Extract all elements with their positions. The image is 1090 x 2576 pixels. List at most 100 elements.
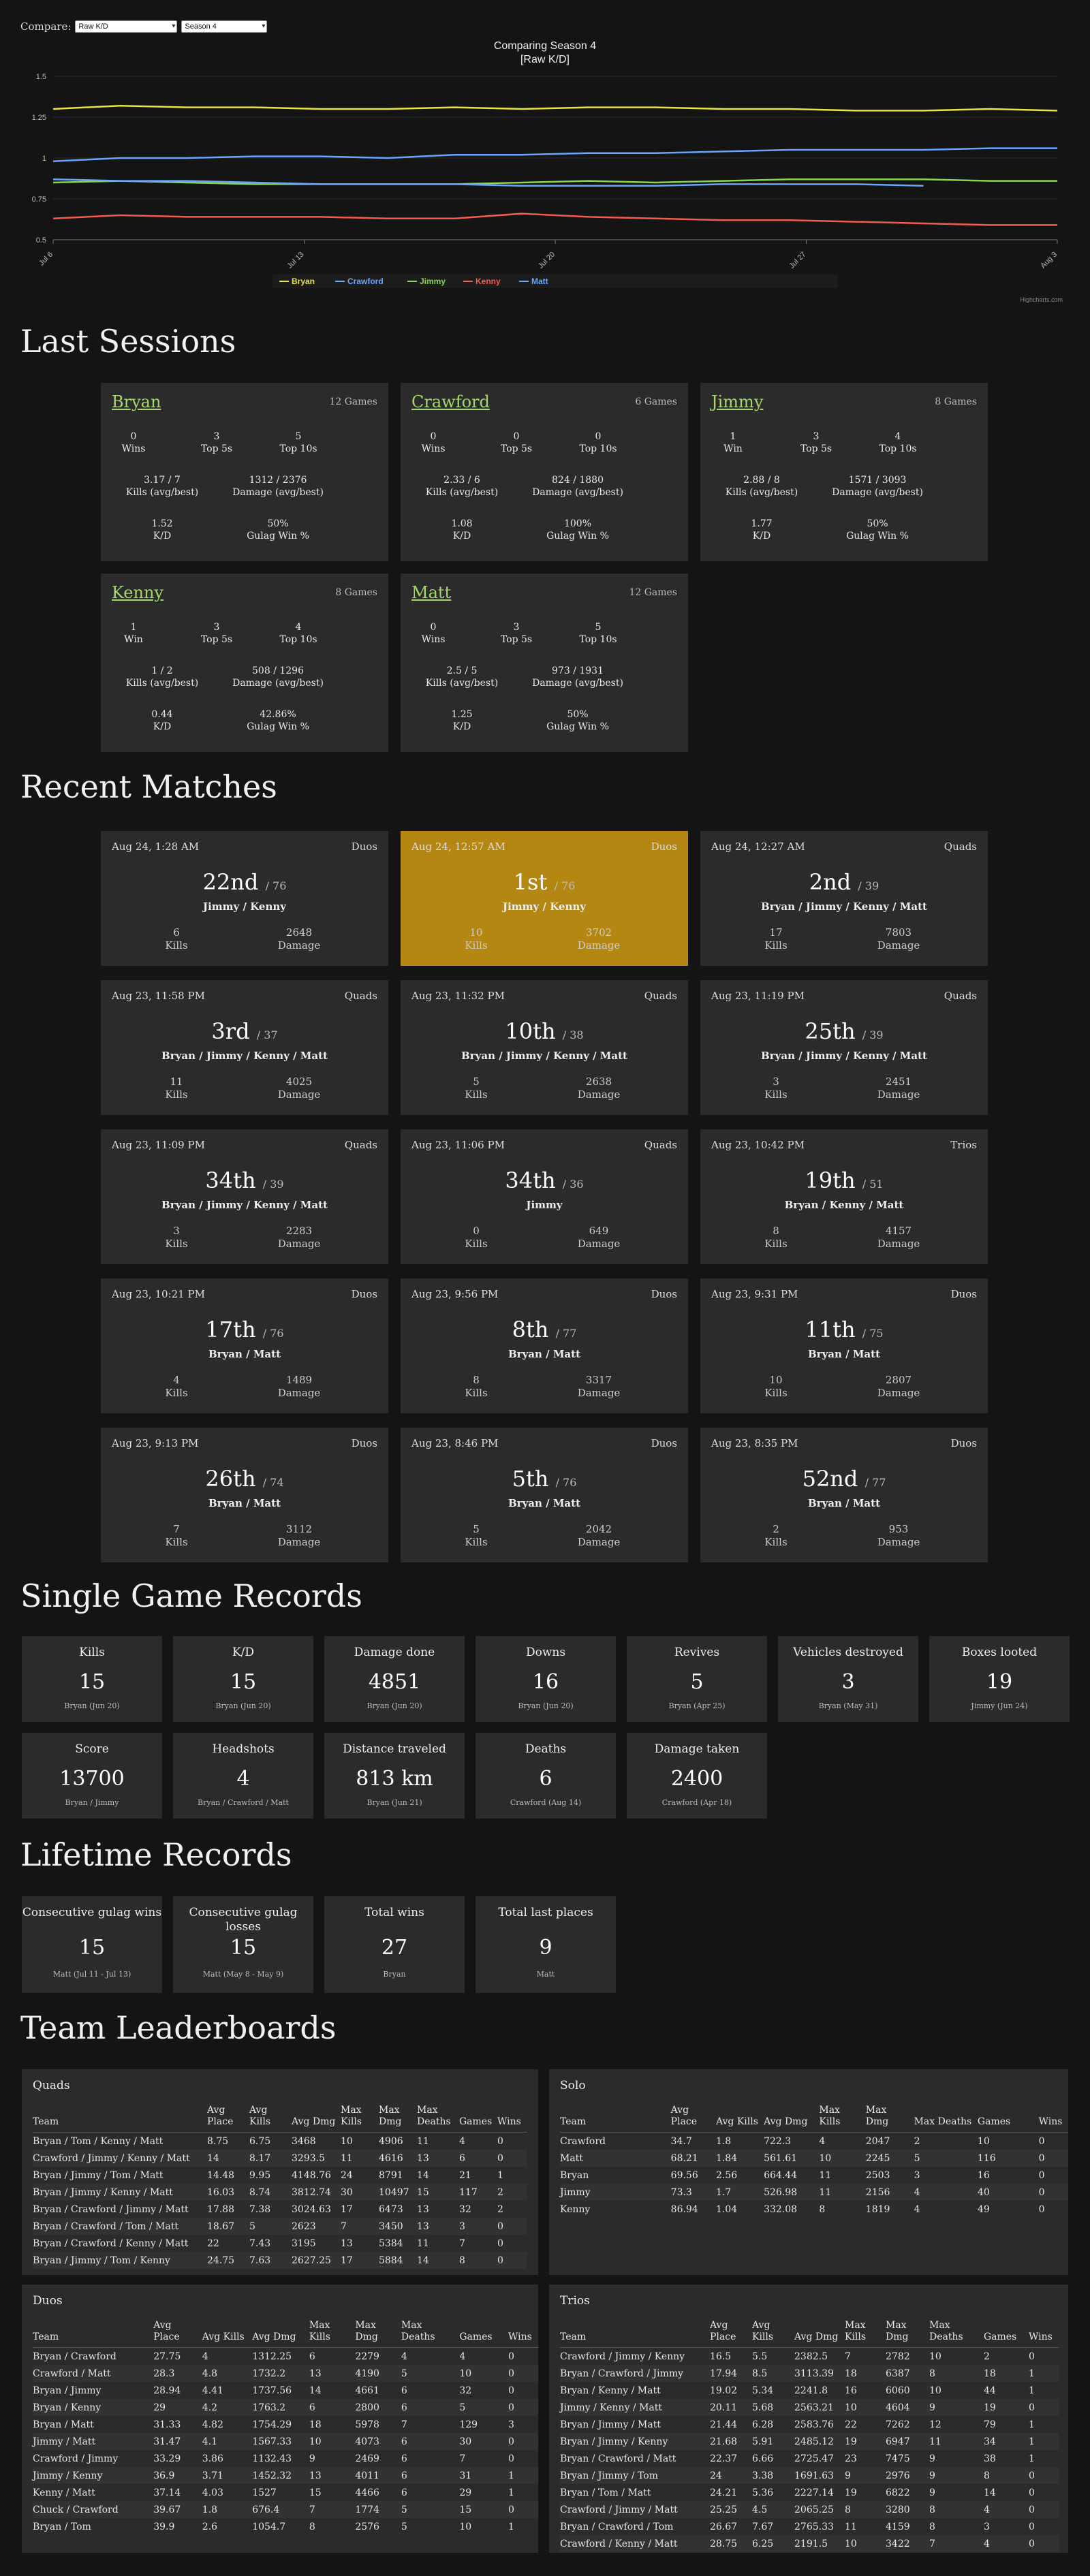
table-row: Bryan 69.56 2.56 664.44 11 2503 3 16 0 xyxy=(560,2167,1068,2184)
column-header[interactable]: Avg Dmg xyxy=(764,2103,820,2133)
table-cell: 14 xyxy=(417,2169,429,2181)
legend-item-matt[interactable]: Matt xyxy=(531,277,548,286)
column-header[interactable]: Avg Place xyxy=(710,2319,752,2348)
match-mode: Duos xyxy=(950,1288,977,1300)
table-cell: Bryan / Jimmy / Tom / Kenny xyxy=(33,2252,207,2269)
match-card[interactable]: Aug 23, 11:06 PM Quads 34th / 36 Jimmy 0 Kill… xyxy=(401,1129,688,1264)
match-damage-value: 2638 xyxy=(585,1075,612,1088)
column-header[interactable]: Max Deaths xyxy=(914,2103,978,2133)
match-card[interactable]: Aug 24, 12:57 AM Duos 1st / 76 Jimmy / Kenn… xyxy=(401,831,688,966)
table-cell: 19.02 xyxy=(710,2385,738,2396)
series-line-kenny[interactable] xyxy=(52,213,1057,226)
record-holder: Bryan / Jimmy xyxy=(65,1798,119,1807)
column-header[interactable]: Games xyxy=(977,2103,1039,2133)
match-total: / 38 xyxy=(562,1028,584,1041)
column-header[interactable]: Wins xyxy=(1038,2103,1068,2133)
column-header[interactable]: Max Deaths xyxy=(417,2103,459,2133)
column-header[interactable]: Avg Dmg xyxy=(794,2319,845,2348)
session-stat-label: Gulag Win % xyxy=(247,531,309,541)
metric-select[interactable]: Raw K/D xyxy=(75,20,178,33)
leaderboard-table: Team Avg Place Avg Kills Avg Dmg Max Kills Ma… xyxy=(33,2319,538,2535)
table-cell: 1527 xyxy=(252,2487,277,2498)
series-line-crawford[interactable] xyxy=(52,147,1057,163)
column-header[interactable]: Max Dmg xyxy=(355,2319,401,2348)
table-cell: Bryan / Jimmy xyxy=(33,2385,102,2396)
column-header[interactable]: Games xyxy=(459,2103,497,2133)
column-header[interactable]: Wins xyxy=(1029,2319,1059,2348)
table-cell: 6947 xyxy=(886,2433,929,2450)
column-header[interactable]: Wins xyxy=(508,2319,538,2348)
match-card[interactable]: Aug 23, 10:42 PM Trios 19th / 51 Bryan / Ke… xyxy=(700,1129,988,1264)
column-header[interactable]: Wins xyxy=(497,2103,527,2133)
table-cell: Bryan / Crawford / Jimmy / Matt xyxy=(33,2203,189,2215)
table-cell: 17.94 xyxy=(710,2365,752,2382)
match-card[interactable]: Aug 23, 11:19 PM Quads 25th / 39 Bryan / Ji… xyxy=(700,980,988,1115)
legend-item-jimmy[interactable]: Jimmy xyxy=(420,277,446,286)
table-cell: 29 xyxy=(459,2487,472,2498)
column-header[interactable]: Max Deaths xyxy=(929,2319,984,2348)
match-card[interactable]: Aug 23, 8:35 PM Duos 52nd / 77 Bryan / Matt… xyxy=(700,1428,988,1562)
column-header[interactable]: Max Dmg xyxy=(865,2103,914,2133)
season-select[interactable]: Season 4 xyxy=(181,20,268,33)
column-header[interactable]: Avg Kills xyxy=(202,2319,253,2348)
match-damage-value: 649 xyxy=(589,1225,609,1237)
match-card[interactable]: Aug 24, 1:28 AM Duos 22nd / 76 Jimmy / Kenn… xyxy=(101,831,388,966)
match-team: Bryan / Matt xyxy=(508,1497,581,1509)
session-stat-gulag: 50% Gulag Win % xyxy=(530,708,625,733)
table-cell: 1312.25 xyxy=(252,2351,292,2362)
column-header[interactable]: Avg Place xyxy=(670,2103,716,2133)
match-card[interactable]: Aug 23, 9:56 PM Duos 8th / 77 Bryan / Matt 8… xyxy=(401,1278,688,1413)
column-header[interactable]: Avg Dmg xyxy=(292,2103,341,2133)
table-cell: 664.44 xyxy=(764,2169,798,2181)
session-stat-value: 5 xyxy=(595,622,602,633)
match-card[interactable]: Aug 23, 11:32 PM Quads 10th / 38 Bryan / Ji… xyxy=(401,980,688,1115)
column-header[interactable]: Max Deaths xyxy=(401,2319,460,2348)
match-place-space xyxy=(858,1466,865,1492)
table-cell: 3 xyxy=(984,2521,990,2532)
column-header[interactable]: Avg Kills xyxy=(715,2103,764,2133)
legend-item-crawford[interactable]: Crawford xyxy=(347,277,384,286)
column-header[interactable]: Max Kills xyxy=(341,2103,379,2133)
match-total: / 36 xyxy=(562,1178,584,1191)
column-header[interactable]: Max Kills xyxy=(309,2319,356,2348)
table-cell: 29 xyxy=(153,2399,202,2416)
chart-credits[interactable]: Highcharts.com xyxy=(1020,296,1063,303)
column-header[interactable]: Games xyxy=(459,2319,509,2348)
column-header[interactable]: Team xyxy=(33,2319,154,2348)
session-stat-value: 2.5 / 5 xyxy=(446,665,478,676)
column-header[interactable]: Team xyxy=(33,2103,207,2133)
column-header[interactable]: Avg Kills xyxy=(752,2319,794,2348)
column-header[interactable]: Avg Dmg xyxy=(252,2319,309,2348)
match-card[interactable]: Aug 23, 9:31 PM Duos 11th / 75 Bryan / Matt… xyxy=(700,1278,988,1413)
column-header[interactable]: Max Dmg xyxy=(886,2319,929,2348)
match-mode: Trios xyxy=(950,1139,977,1151)
match-card[interactable]: Aug 23, 9:13 PM Duos 26th / 74 Bryan / Matt… xyxy=(101,1428,388,1562)
match-card[interactable]: Aug 23, 11:09 PM Quads 34th / 39 Bryan / Ji… xyxy=(101,1129,388,1264)
column-header[interactable]: Team xyxy=(560,2103,671,2133)
session-stat-label: K/D xyxy=(452,721,471,732)
table-row: Matt 68.21 1.84 561.61 10 2245 5 116 0 xyxy=(560,2150,1068,2167)
column-header[interactable]: Avg Kills xyxy=(249,2103,292,2133)
series-line-bryan[interactable] xyxy=(52,104,1058,112)
table-cell: 4 xyxy=(202,2351,208,2362)
legend-item-bryan[interactable]: Bryan xyxy=(292,277,315,286)
column-header[interactable]: Avg Place xyxy=(153,2319,202,2348)
session-stat-label: Win xyxy=(124,634,143,645)
match-card[interactable]: Aug 23, 11:58 PM Quads 3rd / 37 Bryan / Jim… xyxy=(101,980,388,1115)
match-card[interactable]: Aug 23, 8:46 PM Duos 5th / 76 Bryan / Matt 5… xyxy=(401,1428,688,1562)
column-header[interactable]: Team xyxy=(560,2319,710,2348)
table-cell: Crawford / Jimmy / Kenny xyxy=(560,2351,685,2362)
session-stat-value: 3.17 / 7 xyxy=(144,475,181,486)
column-header[interactable]: Max Kills xyxy=(845,2319,886,2348)
legend-item-kenny[interactable]: Kenny xyxy=(476,277,501,286)
column-header[interactable]: Avg Place xyxy=(207,2103,249,2133)
table-cell: 28.75 xyxy=(710,2535,752,2552)
match-card[interactable]: Aug 23, 10:21 PM Duos 17th / 76 Bryan / Mat… xyxy=(101,1278,388,1413)
match-card[interactable]: Aug 24, 12:27 AM Quads 2nd / 39 Bryan / Jim… xyxy=(700,831,988,966)
record-holder: Bryan / Crawford / Matt xyxy=(198,1798,289,1807)
column-header[interactable]: Max Kills xyxy=(819,2103,866,2133)
column-header[interactable]: Games xyxy=(984,2319,1029,2348)
table-row: Bryan / Jimmy / Tom 24 3.38 1691.63 9 2976 9 8 0 xyxy=(560,2467,1059,2484)
table-cell: Jimmy / Matt xyxy=(33,2433,154,2450)
column-header[interactable]: Max Dmg xyxy=(379,2103,417,2133)
